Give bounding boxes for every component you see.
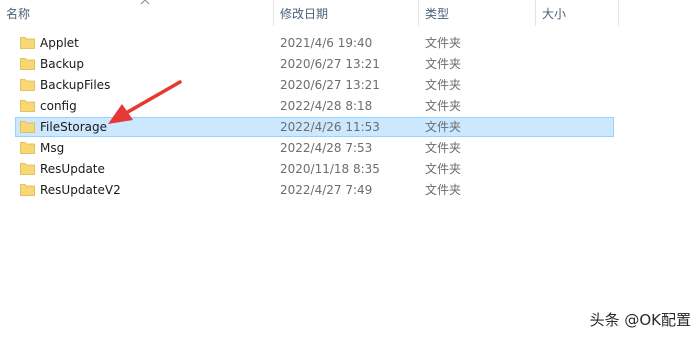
file-date: 2022/4/28 8:18 [280,99,373,113]
file-row-filestorage[interactable]: FileStorage 2022/4/26 11:53 文件夹 [15,117,614,137]
file-name: FileStorage [40,120,108,134]
folder-icon [20,79,35,91]
column-header-type[interactable]: 类型 [419,0,535,26]
file-row-backupfiles[interactable]: BackupFiles 2020/6/27 13:21 文件夹 [15,75,614,95]
file-row-resupdate[interactable]: ResUpdate 2020/11/18 8:35 文件夹 [15,159,614,179]
file-type: 文件夹 [425,57,462,71]
column-header-name[interactable]: 名称 [0,0,273,26]
folder-icon [20,100,35,112]
file-date: 2020/11/18 8:35 [280,162,380,176]
file-row-applet[interactable]: Applet 2021/4/6 19:40 文件夹 [15,33,614,53]
file-name: Msg [40,141,65,155]
column-divider[interactable] [618,0,619,26]
folder-icon [20,184,35,196]
file-date: 2020/6/27 13:21 [280,57,380,71]
file-name: Backup [40,57,84,71]
file-row-msg[interactable]: Msg 2022/4/28 7:53 文件夹 [15,138,614,158]
file-row-config[interactable]: config 2022/4/28 8:18 文件夹 [15,96,614,116]
file-name: Applet [40,36,79,50]
file-name: ResUpdate [40,162,105,176]
file-name: config [40,99,77,113]
folder-icon [20,121,35,133]
folder-icon [20,163,35,175]
file-date: 2022/4/28 7:53 [280,141,373,155]
file-type: 文件夹 [425,183,462,197]
watermark-text: 头条 @OK配置 [589,311,691,329]
file-type: 文件夹 [425,120,462,134]
file-name: BackupFiles [40,78,111,92]
file-row-resupdatev2[interactable]: ResUpdateV2 2022/4/27 7:49 文件夹 [15,180,614,200]
file-row-backup[interactable]: Backup 2020/6/27 13:21 文件夹 [15,54,614,74]
file-type: 文件夹 [425,78,462,92]
file-type: 文件夹 [425,36,462,50]
folder-icon [20,37,35,49]
file-date: 2022/4/27 7:49 [280,183,373,197]
file-date: 2020/6/27 13:21 [280,78,380,92]
folder-icon [20,142,35,154]
file-type: 文件夹 [425,162,462,176]
column-header-date[interactable]: 修改日期 [274,0,418,26]
column-header-size[interactable]: 大小 [536,0,618,26]
file-name: ResUpdateV2 [40,183,121,197]
file-date: 2021/4/6 19:40 [280,36,373,50]
folder-icon [20,58,35,70]
column-header-bar: 名称 修改日期 类型 大小 [0,0,699,26]
file-date: 2022/4/26 11:53 [280,120,380,134]
file-type: 文件夹 [425,141,462,155]
file-type: 文件夹 [425,99,462,113]
